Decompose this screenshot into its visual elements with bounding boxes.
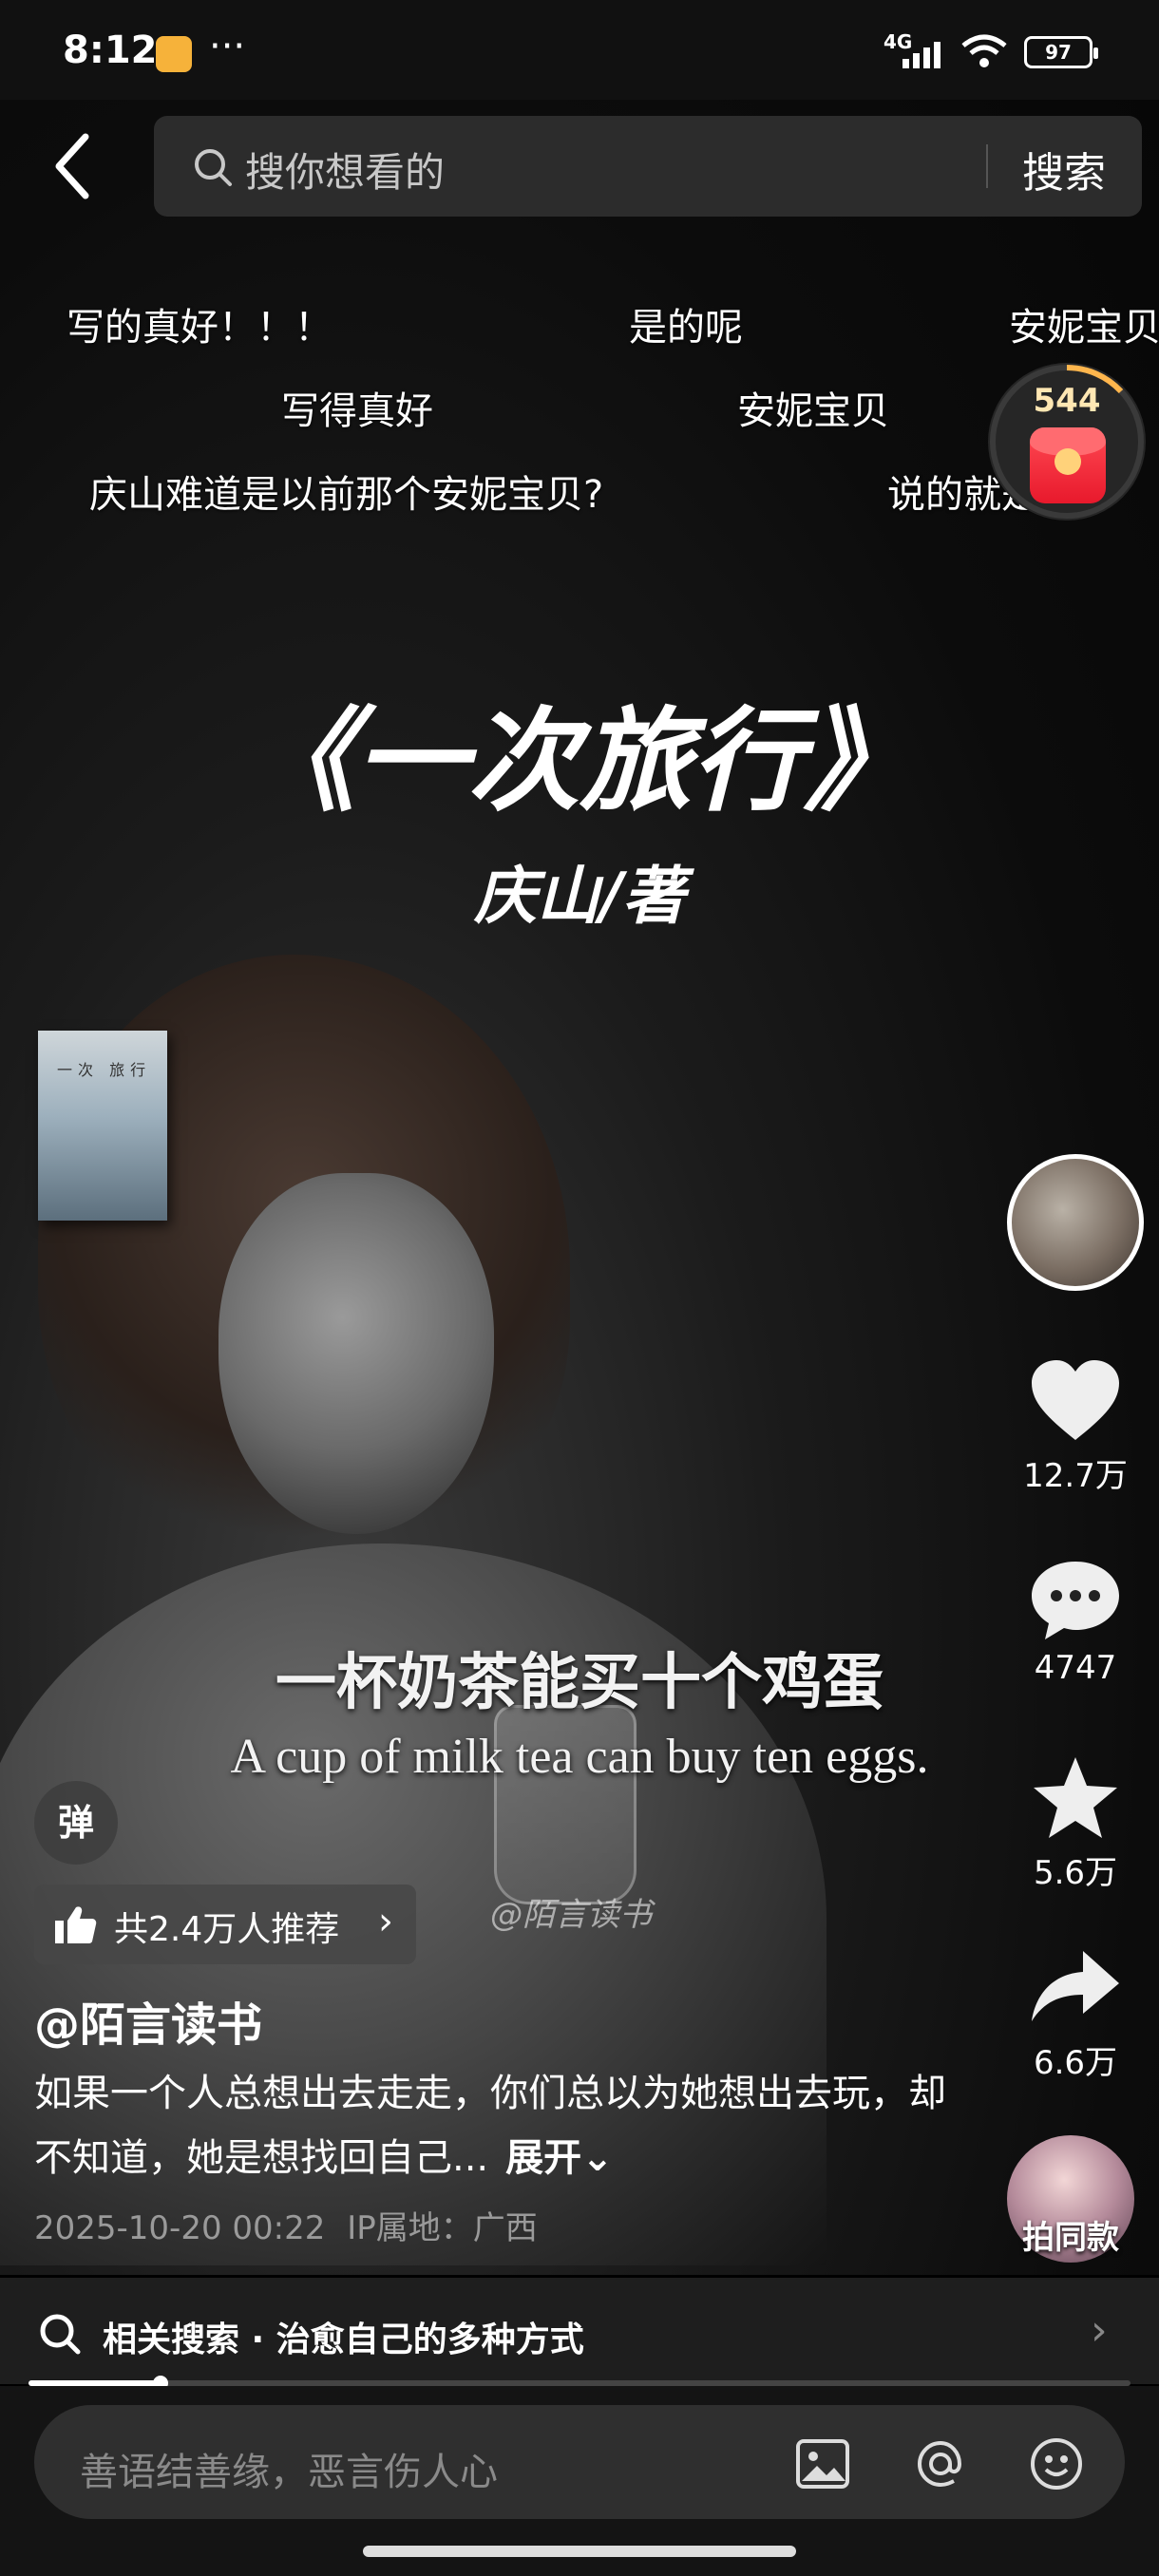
status-time: 8:12: [63, 28, 158, 72]
mention-icon[interactable]: [912, 2435, 969, 2492]
same-style-button[interactable]: 拍同款: [1007, 2135, 1134, 2263]
danmaku-toggle-button[interactable]: 弹: [34, 1781, 118, 1865]
comment-bubble-icon: [1032, 1562, 1119, 1639]
video-author: 庆山/著: [473, 859, 686, 933]
expand-button[interactable]: 展开⌄: [505, 2136, 614, 2180]
red-envelope-icon: [1030, 427, 1106, 503]
danmaku-comment: 安妮宝贝: [737, 389, 889, 433]
danmaku-comment: 庆山难道是以前那个安妮宝贝?: [89, 473, 604, 517]
danmaku-comment: 安妮宝贝: [1009, 306, 1159, 350]
notification-app-icon: [156, 36, 192, 72]
star-icon: [1034, 1757, 1117, 1838]
danmaku-comment: 写得真好: [281, 389, 433, 433]
subtitle-chinese: 一杯奶茶能买十个鸡蛋: [276, 1647, 884, 1718]
share-button[interactable]: 6.6万: [999, 1945, 1151, 2083]
share-count: 6.6万: [1033, 2044, 1118, 2082]
post-date: 2025-10-20 00:22: [34, 2209, 326, 2247]
home-indicator[interactable]: [363, 2546, 796, 2557]
video-figure-face: [218, 1173, 494, 1534]
search-button[interactable]: 搜索: [1022, 139, 1106, 199]
search-bar[interactable]: 搜你想看的 搜索: [154, 116, 1142, 217]
like-button[interactable]: 12.7万: [999, 1358, 1151, 1496]
thumbs-up-icon: [55, 1906, 97, 1943]
favorite-button[interactable]: 5.6万: [999, 1755, 1151, 1893]
image-icon[interactable]: [794, 2435, 851, 2492]
heart-icon: [1032, 1360, 1119, 1440]
description-text: 如果一个人总想出去走走，你们总以为她想出去玩，却不知道，她是想找回自己...: [34, 2072, 946, 2180]
danmaku-comment: 写的真好！！！: [66, 306, 332, 350]
back-arrow-icon[interactable]: [44, 123, 101, 209]
more-notifications-icon: ···: [209, 25, 246, 68]
battery-indicator: 97: [1024, 36, 1098, 68]
recommend-text: 共2.4万人推荐: [114, 1910, 340, 1949]
search-icon: [195, 149, 232, 186]
book-cover-title: 一次 旅行: [57, 1061, 152, 1079]
video-title: 《一次旅行》: [242, 694, 916, 826]
share-arrow-icon: [1032, 1951, 1119, 2021]
post-meta: 2025-10-20 00:22 IP属地：广西: [34, 2202, 538, 2248]
search-icon: [40, 2314, 81, 2355]
recommend-chip[interactable]: 共2.4万人推荐 ›: [34, 1885, 416, 1964]
signal-icon: [902, 42, 940, 68]
chevron-right-icon: ›: [1091, 2306, 1108, 2355]
status-bar: 8:12 ··· 4G 97: [0, 0, 1159, 100]
video-description: 如果一个人总想出去走走，你们总以为她想出去玩，却不知道，她是想找回自己... 展开…: [34, 2061, 946, 2190]
book-cover: 一次 旅行: [38, 1031, 167, 1221]
chevron-right-icon: ›: [378, 1900, 393, 1943]
search-placeholder[interactable]: 搜你想看的: [245, 141, 445, 199]
related-search-text: 相关搜索 · 治愈自己的多种方式: [103, 2320, 584, 2359]
like-count: 12.7万: [1023, 1457, 1128, 1495]
danmaku-comment: 是的呢: [629, 306, 743, 350]
comment-button[interactable]: 4747: [999, 1558, 1151, 1687]
comment-count: 4747: [1034, 1649, 1117, 1687]
post-ip-location: IP属地：广西: [347, 2209, 538, 2247]
creator-avatar[interactable]: [1007, 1154, 1144, 1291]
wifi-icon: [961, 34, 1007, 67]
red-packet-widget[interactable]: 544: [988, 363, 1146, 521]
comment-input[interactable]: 善语结善缘，恶言伤人心: [34, 2405, 1125, 2519]
video-watermark: @陌言读书: [490, 1896, 652, 1934]
subtitle-english: A cup of milk tea can buy ten eggs.: [230, 1730, 929, 1784]
search-divider: [986, 144, 988, 188]
same-style-label: 拍同款: [1022, 2219, 1119, 2257]
related-search-bar[interactable]: 相关搜索 · 治愈自己的多种方式 ›: [0, 2278, 1159, 2384]
comment-placeholder[interactable]: 善语结善缘，恶言伤人心: [80, 2441, 498, 2496]
emoji-icon[interactable]: [1028, 2435, 1085, 2492]
red-packet-count: 544: [1033, 382, 1101, 420]
author-username[interactable]: @陌言读书: [34, 1987, 262, 2054]
favorite-count: 5.6万: [1033, 1854, 1118, 1892]
